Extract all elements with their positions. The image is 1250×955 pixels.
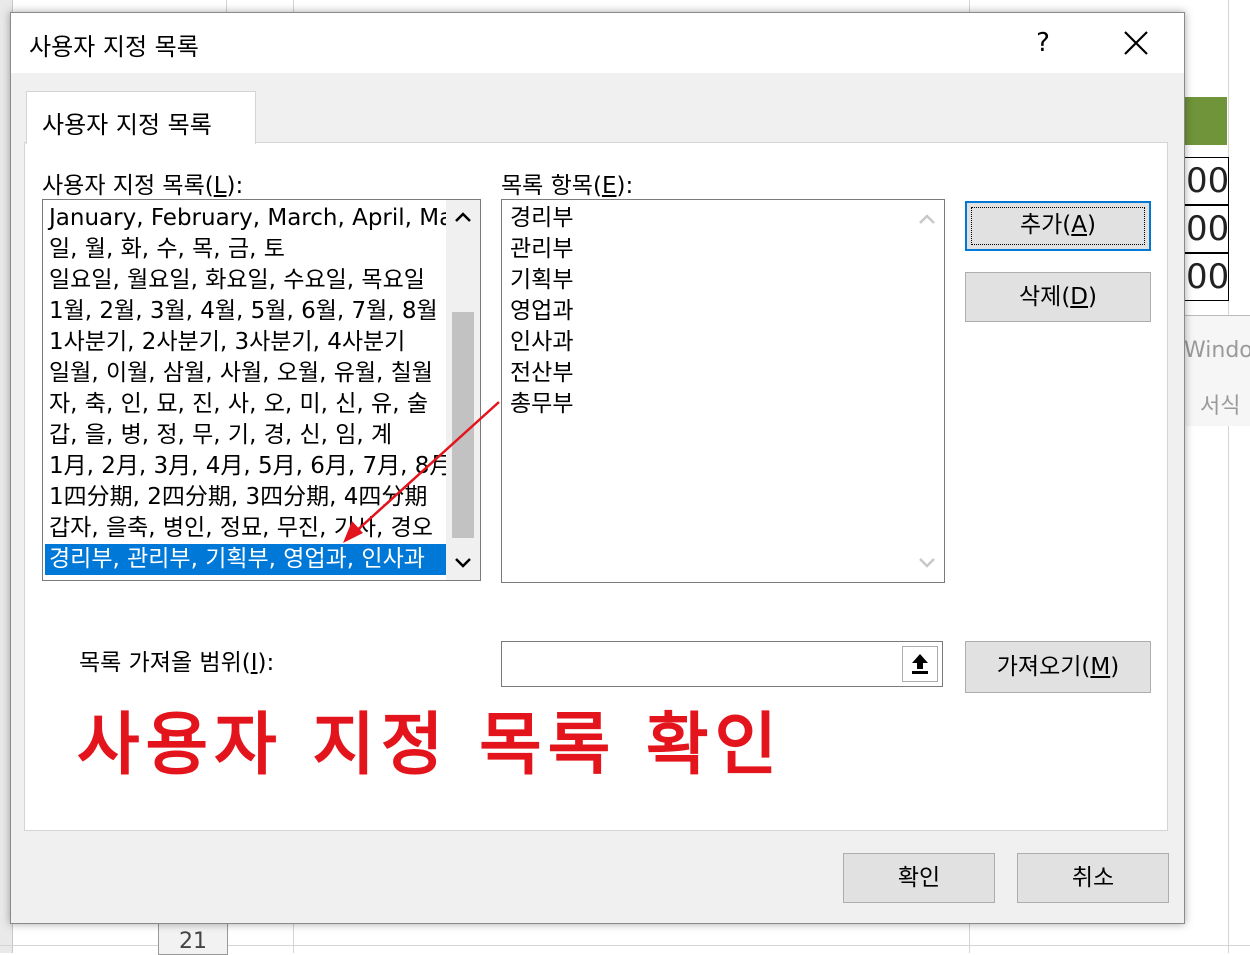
side-panel-text: Windo: [1184, 338, 1250, 363]
import-range-input[interactable]: [501, 641, 943, 687]
dialog-title: 사용자 지정 목록: [29, 33, 199, 61]
collapse-dialog-button[interactable]: [902, 646, 938, 682]
chevron-up-icon: [455, 212, 471, 222]
entry-line: 총무부: [510, 391, 574, 417]
entry-line: 인사과: [510, 329, 574, 355]
help-button[interactable]: ?: [1023, 23, 1063, 63]
import-button[interactable]: 가져오기(M): [965, 641, 1151, 693]
scroll-up-button[interactable]: [910, 202, 944, 236]
sheet-cell[interactable]: 00: [1183, 253, 1229, 301]
tab-custom-lists[interactable]: 사용자 지정 목록: [26, 91, 256, 144]
list-item[interactable]: 갑, 을, 병, 정, 무, 기, 경, 신, 임, 계: [45, 420, 446, 451]
list-item[interactable]: 1월, 2월, 3월, 4월, 5월, 6월, 7월, 8월: [45, 296, 446, 327]
list-item[interactable]: 1四分期, 2四分期, 3四分期, 4四分期: [45, 482, 446, 513]
header-cell: [1183, 97, 1227, 145]
row-number-cell: 21: [158, 922, 228, 955]
close-icon: [1124, 31, 1148, 55]
sheet-cell[interactable]: 00: [1183, 205, 1229, 253]
entry-line: 경리부: [510, 205, 574, 231]
list-item[interactable]: 갑자, 을축, 병인, 정묘, 무진, 기사, 경오: [45, 513, 446, 544]
close-button[interactable]: [1111, 23, 1161, 63]
entry-line: 영업과: [510, 298, 574, 324]
scroll-down-button[interactable]: [446, 546, 480, 580]
list-item[interactable]: January, February, March, April, May, Ju…: [45, 203, 446, 234]
list-item[interactable]: 일요일, 월요일, 화요일, 수요일, 목요일: [45, 265, 446, 296]
ok-button[interactable]: 확인: [843, 853, 995, 903]
lists-scrollbar[interactable]: [446, 200, 480, 580]
chevron-down-icon: [919, 558, 935, 568]
scroll-down-button[interactable]: [910, 546, 944, 580]
list-item[interactable]: 일, 월, 화, 수, 목, 금, 토: [45, 234, 446, 265]
entry-line: 전산부: [510, 360, 574, 386]
chevron-down-icon: [455, 558, 471, 568]
upload-arrow-icon: [912, 654, 928, 674]
list-entries-textarea[interactable]: 경리부 관리부 기획부 영업과 인사과 전산부 총무부: [501, 199, 945, 583]
list-item[interactable]: 일월, 이월, 삼월, 사월, 오월, 유월, 칠월: [45, 358, 446, 389]
import-range-label: 목록 가져올 범위(I):: [79, 650, 275, 676]
list-entries-label: 목록 항목(E):: [501, 173, 634, 199]
scroll-thumb[interactable]: [452, 312, 474, 538]
sheet-cell[interactable]: 00: [1183, 157, 1229, 205]
add-button[interactable]: 추가(A): [965, 201, 1151, 251]
title-bar: 사용자 지정 목록 ?: [11, 13, 1184, 73]
entries-scrollbar[interactable]: [910, 200, 944, 582]
list-item[interactable]: 1月, 2月, 3月, 4月, 5月, 6月, 7月, 8月: [45, 451, 446, 482]
custom-lists-dialog: 사용자 지정 목록 ? 사용자 지정 목록 사용자 지정 목록(L): Janu…: [10, 12, 1185, 924]
entry-line: 기획부: [510, 267, 574, 293]
entry-line: 관리부: [510, 236, 574, 262]
custom-lists-label: 사용자 지정 목록(L):: [42, 173, 244, 199]
list-item[interactable]: 1사분기, 2사분기, 3사분기, 4사분기: [45, 327, 446, 358]
list-item-selected[interactable]: 경리부, 관리부, 기획부, 영업과, 인사과: [45, 544, 446, 575]
side-panel-text: 서식: [1200, 394, 1241, 419]
scroll-up-button[interactable]: [446, 200, 480, 234]
side-panel: Windo 서식: [1183, 315, 1250, 426]
custom-lists-listbox[interactable]: January, February, March, April, May, Ju…: [42, 199, 481, 581]
delete-button[interactable]: 삭제(D): [965, 272, 1151, 322]
list-item[interactable]: 자, 축, 인, 묘, 진, 사, 오, 미, 신, 유, 술: [45, 389, 446, 420]
chevron-up-icon: [919, 214, 935, 224]
cancel-button[interactable]: 취소: [1017, 853, 1169, 903]
tab-label: 사용자 지정 목록: [42, 111, 212, 139]
annotation-text: 사용자 지정 목록 확인: [77, 706, 784, 785]
focus-rect: [971, 207, 1145, 245]
